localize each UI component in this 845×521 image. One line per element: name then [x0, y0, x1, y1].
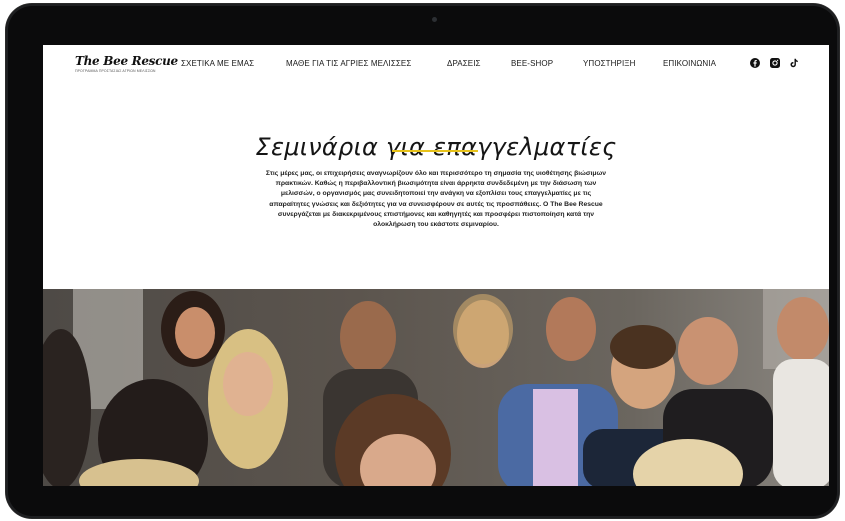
- nav-item-bee-shop[interactable]: BEE-SHOP: [511, 59, 553, 68]
- audience-photo: [43, 289, 829, 486]
- nav-item-wild-bees[interactable]: ΜΑΘΕ ΓΙΑ ΤΙΣ ΑΓΡΙΕΣ ΜΕΛΙΣΣΕΣ: [286, 59, 411, 68]
- facebook-icon[interactable]: [750, 58, 760, 68]
- title-underline: [392, 150, 478, 152]
- nav-item-contact[interactable]: ΕΠΙΚΟΙΝΩΝΙΑ: [663, 59, 716, 68]
- camera-dot: [432, 17, 437, 22]
- hero-section: Σεμινάρια για επαγγελματίες Στις μέρες μ…: [43, 83, 829, 289]
- tiktok-icon[interactable]: [789, 58, 799, 68]
- logo-tagline: ΠΡΟΓΡΑΜΜΑ ΠΡΟΣΤΑΣΙΑΣ ΑΓΡΙΩΝ ΜΕΛΙΣΣΩΝ: [75, 69, 156, 73]
- intro-paragraph: Στις μέρες μας, οι επιχειρήσεις αναγνωρί…: [265, 169, 607, 229]
- instagram-icon[interactable]: [770, 58, 780, 68]
- screen: The Bee Rescue ΠΡΟΓΡΑΜΜΑ ΠΡΟΣΤΑΣΙΑΣ ΑΓΡΙ…: [43, 45, 829, 486]
- logo-text: The Bee Rescue: [75, 54, 178, 68]
- tablet-frame: The Bee Rescue ΠΡΟΓΡΑΜΜΑ ΠΡΟΣΤΑΣΙΑΣ ΑΓΡΙ…: [6, 4, 839, 518]
- site-logo[interactable]: The Bee Rescue ΠΡΟΓΡΑΜΜΑ ΠΡΟΣΤΑΣΙΑΣ ΑΓΡΙ…: [75, 54, 178, 76]
- nav-item-support[interactable]: ΥΠΟΣΤΗΡΙΞΗ: [583, 59, 635, 68]
- nav-item-actions[interactable]: ΔΡΑΣΕΙΣ: [447, 59, 481, 68]
- page-title: Σεμινάρια για επαγγελματίες: [255, 133, 617, 162]
- top-navigation: The Bee Rescue ΠΡΟΓΡΑΜΜΑ ΠΡΟΣΤΑΣΙΑΣ ΑΓΡΙ…: [43, 45, 829, 83]
- nav-item-about[interactable]: ΣΧΕΤΙΚΑ ΜΕ ΕΜΑΣ: [181, 59, 254, 68]
